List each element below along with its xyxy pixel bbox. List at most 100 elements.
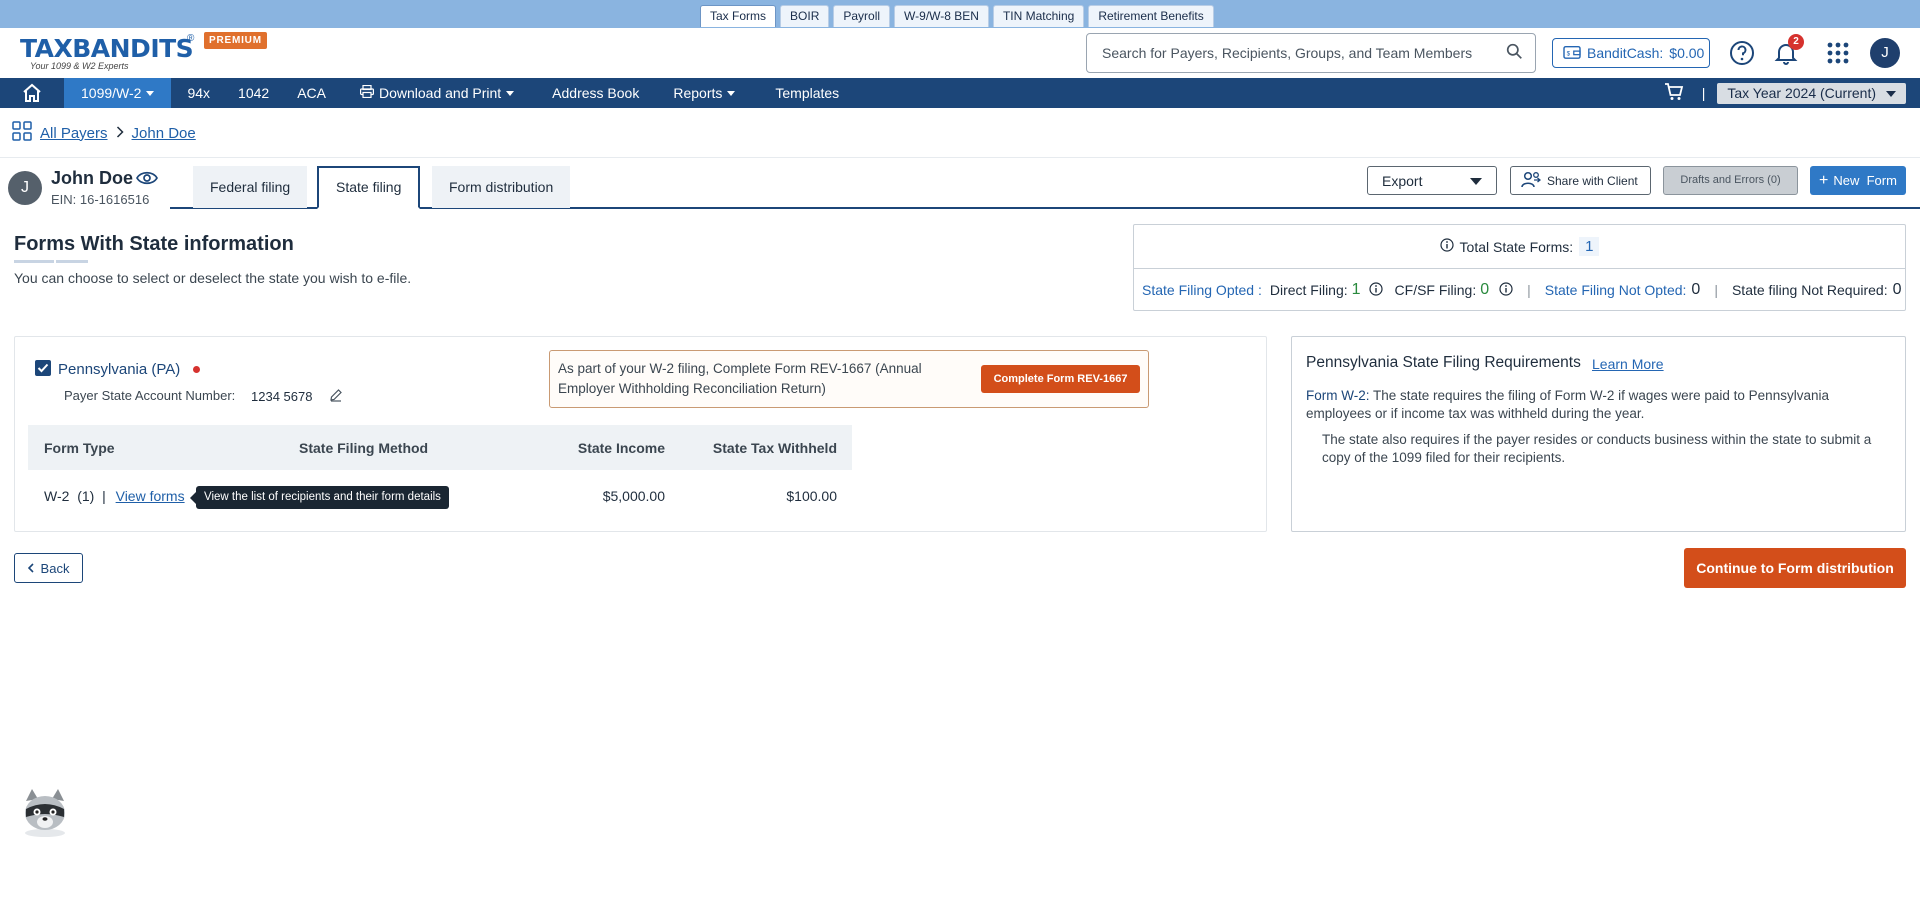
breadcrumb-current-payer[interactable]: John Doe — [132, 125, 196, 142]
requirements-text-2: The state also requires if the payer res… — [1322, 432, 1872, 465]
notification-bell-icon[interactable]: 2 — [1771, 34, 1804, 68]
account-number-value: 1234 5678 — [251, 389, 313, 404]
state-filing-not-required-label: State filing Not Required: — [1731, 282, 1888, 298]
search-icon[interactable] — [1506, 43, 1523, 63]
nav-reports[interactable]: Reports — [653, 78, 749, 108]
breadcrumb: All Payers John Doe — [12, 121, 196, 145]
view-forms-tooltip: View the list of recipients and their fo… — [190, 486, 449, 509]
learn-more-link[interactable]: Learn More — [1592, 356, 1664, 372]
info-icon[interactable] — [1368, 281, 1383, 299]
back-label: Back — [40, 560, 70, 576]
state-name: Pennsylvania (PA) — [58, 361, 181, 378]
nav-aca[interactable]: ACA — [283, 78, 340, 108]
grid-view-icon[interactable] — [12, 121, 32, 145]
app-header: TAXBANDITS ® Your 1099 & W2 Experts PREM… — [0, 28, 1920, 78]
bandit-mascot-icon[interactable] — [18, 785, 72, 839]
tab-w9-w8ben[interactable]: W-9/W-8 BEN — [894, 5, 989, 27]
status-dot — [193, 366, 200, 373]
tab-payroll[interactable]: Payroll — [833, 5, 891, 27]
product-tab-bar: Tax Forms BOIR Payroll W-9/W-8 BEN TIN M… — [0, 0, 1920, 28]
drafts-errors-button[interactable]: Drafts and Errors (0) — [1663, 166, 1798, 195]
page-title: Forms With State information — [14, 233, 294, 255]
main-navbar: 1099/W-2 94x 1042 ACA Download and Print… — [0, 78, 1920, 108]
printer-icon — [359, 78, 374, 108]
requirements-title: Pennsylvania State Filing Requirements — [1306, 354, 1581, 371]
total-state-forms: Total State Forms: 1 — [1134, 225, 1905, 269]
nav-templates[interactable]: Templates — [749, 78, 853, 108]
taxbandits-logo[interactable]: TAXBANDITS ® Your 1099 & W2 Experts — [20, 31, 200, 75]
tab-tin-matching[interactable]: TIN Matching — [992, 5, 1085, 27]
edit-pencil-icon[interactable] — [329, 388, 343, 405]
state-filing-not-opted-label: State Filing Not Opted: — [1544, 282, 1687, 298]
rev-1667-notice: As part of your W-2 filing, Complete For… — [549, 350, 1149, 408]
tab-tax-forms[interactable]: Tax Forms — [700, 5, 777, 27]
chevron-down-icon — [1470, 177, 1482, 185]
complete-rev-1667-button[interactable]: Complete Form REV-1667 — [981, 365, 1140, 393]
share-users-icon — [1521, 171, 1542, 191]
wallet-icon: $ — [1563, 44, 1581, 63]
chevron-down-icon — [506, 91, 515, 96]
col-state-filing-method: State Filing Method — [299, 439, 429, 456]
navbar-divider: | — [1701, 85, 1706, 101]
eye-icon[interactable] — [136, 170, 158, 189]
logo-registered-mark: ® — [187, 33, 195, 44]
info-icon[interactable] — [1499, 281, 1513, 299]
continue-form-distribution-button[interactable]: Continue to Form distribution — [1684, 548, 1906, 588]
divider — [0, 157, 1920, 158]
view-forms-link[interactable]: View forms — [116, 488, 185, 504]
state-requirements-panel: Pennsylvania State Filing Requirements L… — [1291, 336, 1906, 532]
title-accent — [56, 260, 88, 263]
home-icon[interactable] — [0, 78, 64, 108]
chevron-down-icon — [1886, 90, 1896, 97]
requirements-w2-text: Form W-2: The state requires the filing … — [1306, 387, 1886, 423]
divider: | — [1527, 282, 1531, 298]
state-filing-not-required-value: 0 — [1892, 281, 1902, 298]
nav-94x[interactable]: 94x — [171, 78, 224, 108]
help-icon[interactable] — [1727, 38, 1757, 68]
divider: | — [1714, 282, 1718, 298]
state-filing-breakdown: State Filing Opted : Direct Filing: 1 CF… — [1134, 269, 1905, 311]
tab-federal-filing[interactable]: Federal filing — [193, 166, 308, 208]
rev-1667-notice-text: As part of your W-2 filing, Complete For… — [558, 361, 922, 396]
account-number-label: Payer State Account Number: — [64, 388, 236, 403]
share-with-client-button[interactable]: Share with Client — [1510, 166, 1651, 195]
notification-count-badge: 2 — [1788, 34, 1804, 50]
search-input[interactable] — [1102, 45, 1506, 61]
tab-state-filing[interactable]: State filing — [317, 166, 421, 209]
back-button[interactable]: Back — [14, 553, 83, 583]
nav-1099-w2[interactable]: 1099/W-2 — [64, 78, 172, 108]
info-icon[interactable] — [1439, 238, 1454, 255]
apps-grid-icon[interactable] — [1823, 38, 1853, 68]
tax-year-select[interactable]: Tax Year 2024 (Current) — [1717, 82, 1906, 104]
nav-download-print[interactable]: Download and Print — [340, 78, 528, 108]
nav-1042[interactable]: 1042 — [224, 78, 283, 108]
chevron-right-icon — [116, 125, 124, 142]
export-label: Export — [1382, 172, 1423, 189]
export-dropdown[interactable]: Export — [1367, 166, 1497, 195]
payer-ein: EIN: 16-1616516 — [51, 192, 150, 207]
bandit-cash-button[interactable]: $ BanditCash: $0.00 — [1552, 38, 1710, 68]
cart-icon[interactable] — [1664, 82, 1684, 104]
payer-name: John Doe — [51, 168, 134, 188]
state-checkbox[interactable] — [35, 360, 51, 376]
chevron-down-icon — [727, 91, 736, 96]
nav-reports-label: Reports — [673, 85, 723, 101]
col-form-type: Form Type — [44, 439, 115, 456]
user-avatar[interactable]: J — [1870, 38, 1900, 68]
tab-boir[interactable]: BOIR — [780, 5, 830, 27]
payer-avatar: J — [8, 171, 42, 205]
direct-filing-label: Direct Filing: — [1269, 282, 1348, 298]
bandit-cash-value: $0.00 — [1669, 45, 1705, 61]
new-form-button[interactable]: + New Form — [1810, 166, 1906, 195]
new-form-label: New Form — [1833, 173, 1897, 188]
nav-address-book[interactable]: Address Book — [528, 78, 653, 108]
cell-state-income: $5,000.00 — [602, 488, 665, 504]
logo-tagline: Your 1099 & W2 Experts — [30, 61, 129, 71]
chevron-left-icon — [27, 561, 34, 576]
title-accent — [14, 260, 54, 263]
cell-state-tax-withheld: $100.00 — [786, 488, 837, 504]
breadcrumb-all-payers[interactable]: All Payers — [40, 125, 108, 142]
tab-retirement-benefits[interactable]: Retirement Benefits — [1088, 5, 1214, 27]
global-search — [1086, 33, 1536, 73]
tab-form-distribution[interactable]: Form distribution — [432, 166, 571, 208]
